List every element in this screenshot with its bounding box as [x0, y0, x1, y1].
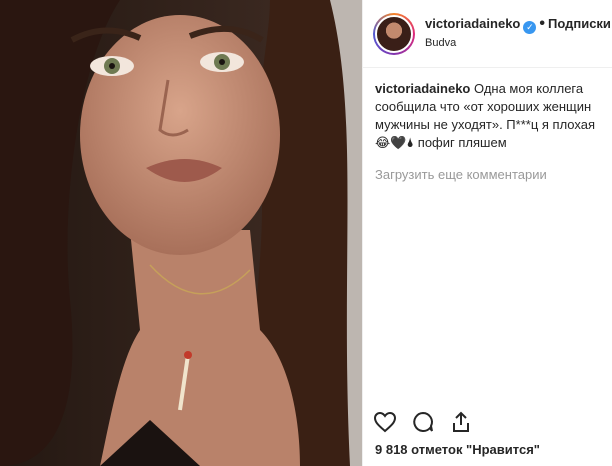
avatar-image — [375, 14, 413, 53]
share-icon[interactable] — [449, 410, 473, 434]
comments-section: victoriadaineko Одна моя коллега сообщил… — [363, 68, 612, 184]
action-bar — [373, 410, 473, 434]
verified-badge-icon: ✓ — [523, 21, 537, 34]
post-photo[interactable] — [0, 0, 362, 466]
avatar[interactable] — [373, 12, 415, 55]
location-link[interactable]: Budva — [425, 34, 611, 52]
post-header: victoriadaineko ✓ • Подписки Budva — [363, 0, 612, 68]
caption-username[interactable]: victoriadaineko — [375, 81, 470, 96]
heart-icon[interactable] — [373, 410, 397, 434]
separator-dot: • — [539, 15, 545, 32]
likes-count[interactable]: 9 818 отметок "Нравится" — [375, 442, 540, 457]
header-info: victoriadaineko ✓ • Подписки Budva — [425, 15, 611, 52]
portrait-image — [0, 0, 362, 466]
follow-button[interactable]: Подписки — [548, 16, 611, 31]
caption: victoriadaineko Одна моя коллега сообщил… — [375, 80, 600, 152]
post-sidebar: victoriadaineko ✓ • Подписки Budva victoria… — [362, 0, 612, 466]
load-more-comments-button[interactable]: Загрузить еще комментарии — [375, 166, 600, 184]
instagram-post: victoriadaineko ✓ • Подписки Budva victoria… — [0, 0, 612, 466]
header-username[interactable]: victoriadaineko — [425, 16, 520, 31]
comment-icon[interactable] — [411, 410, 435, 434]
